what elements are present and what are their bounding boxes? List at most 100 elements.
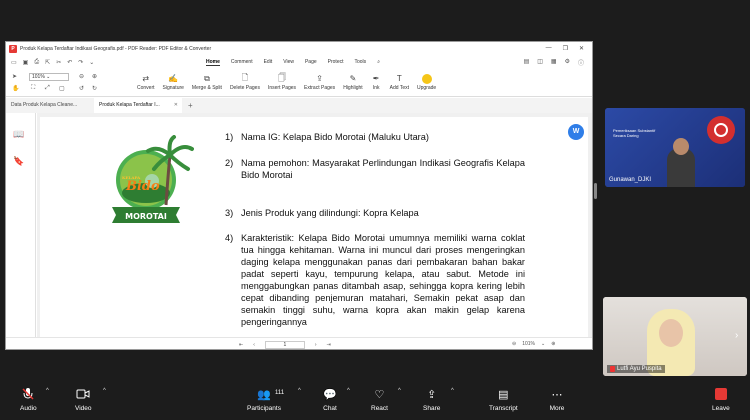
extract-pages-button[interactable]: ⇪ Extract Pages <box>304 70 335 91</box>
upgrade-button[interactable]: Upgrade <box>417 70 436 91</box>
search-icon[interactable]: ⌕ <box>377 59 380 66</box>
next-gallery-icon[interactable]: › <box>735 330 738 341</box>
pdf-app-icon: P <box>9 44 17 53</box>
menu-protect[interactable]: Protect <box>328 59 344 66</box>
info-icon[interactable]: ⓘ <box>578 58 584 67</box>
bookmark-icon[interactable]: 🔖 <box>13 156 24 167</box>
last-page-icon[interactable]: ⇥ <box>327 342 331 348</box>
avatar <box>673 138 689 155</box>
muted-mic-icon <box>610 366 615 372</box>
add-text-button[interactable]: T Add Text <box>390 70 409 91</box>
participant-name: Gunawan_DJKI <box>609 177 652 183</box>
status-zoom-value[interactable]: 101% <box>522 341 535 347</box>
add-text-icon: T <box>396 74 402 83</box>
page-number-input[interactable]: 1 <box>264 341 305 349</box>
tab-data-produk[interactable]: Data Produk Kelapa Cleane... <box>6 98 94 113</box>
maximize-icon[interactable]: ❐ <box>563 45 568 52</box>
close-icon[interactable]: ✕ <box>579 45 584 52</box>
rotate-right-icon[interactable]: ↻ <box>92 85 97 92</box>
participant-tile-gunawan[interactable]: Pemeriksaan Substantif Secara Daring Gun… <box>605 108 745 187</box>
chat-button[interactable]: 💬 Chat <box>322 386 338 413</box>
new-tab-icon[interactable]: + <box>188 101 193 110</box>
layout-icon[interactable]: ▤ <box>524 58 530 67</box>
undo-icon[interactable]: ↶ <box>67 59 72 66</box>
logo-brand-text: Bido <box>125 179 160 194</box>
dropdown-icon[interactable]: ⌄ <box>89 59 94 66</box>
ribbon-toolbar: ➤ ✋ 101% ⌄ ⊖ ⊕ ⛶ ⤢ ▢ ↺ ↻ ⇄ Convert ✍ Signa… <box>6 70 592 97</box>
react-options-icon[interactable]: ^ <box>398 388 401 394</box>
participants-icon: 👥 <box>257 388 271 401</box>
merge-split-button[interactable]: ⧉ Merge & Split <box>192 70 222 92</box>
leave-icon <box>713 386 729 402</box>
audio-options-icon[interactable]: ^ <box>46 388 49 394</box>
next-page-icon[interactable]: › <box>315 342 317 348</box>
zoom-out-icon[interactable]: ⊖ <box>79 73 84 80</box>
signature-icon: ✍ <box>168 74 179 83</box>
menu-edit[interactable]: Edit <box>264 59 273 66</box>
transcript-icon: ▤ <box>498 388 509 401</box>
share-options-icon[interactable]: ^ <box>451 388 454 394</box>
window-title: Produk Kelapa Terdaftar Indikasi Geograf… <box>20 45 212 52</box>
save-icon[interactable]: ▣ <box>23 59 29 66</box>
ink-button[interactable]: ✒ Ink <box>371 70 382 91</box>
convert-button[interactable]: ⇄ Convert <box>137 70 155 91</box>
redo-icon[interactable]: ↷ <box>78 59 83 66</box>
status-zoom-in-icon[interactable]: ⊕ <box>551 341 555 347</box>
assistant-badge[interactable]: W <box>568 124 584 140</box>
status-zoom-out-icon[interactable]: ⊖ <box>512 341 516 347</box>
menu-comment[interactable]: Comment <box>231 59 253 66</box>
rotate-left-icon[interactable]: ↺ <box>79 85 84 92</box>
prev-page-icon[interactable]: ‹ <box>253 342 255 348</box>
highlight-button[interactable]: ✎ Highlight <box>343 70 362 91</box>
transcript-button[interactable]: ▤ Transcript <box>489 386 518 413</box>
settings-icon[interactable]: ⚙ <box>565 58 570 67</box>
close-tab-icon[interactable]: ✕ <box>174 98 178 113</box>
audio-button[interactable]: Audio <box>20 386 37 412</box>
fit-page-icon[interactable]: ⛶ <box>31 85 35 92</box>
first-page-icon[interactable]: ⇤ <box>239 342 243 348</box>
highlight-icon: ✎ <box>349 74 357 83</box>
muted-mic-icon <box>20 386 36 402</box>
insert-pages-button[interactable]: 🗍 Insert Pages <box>268 70 296 92</box>
participants-options-icon[interactable]: ^ <box>298 388 301 394</box>
scrollbar-handle[interactable] <box>594 183 597 199</box>
leave-button[interactable]: Leave <box>712 386 730 412</box>
chat-options-icon[interactable]: ^ <box>347 388 350 394</box>
menu-tools[interactable]: Tools <box>355 59 367 66</box>
fit-width-icon[interactable]: ⤢ <box>45 85 50 92</box>
upgrade-icon <box>421 73 432 84</box>
zoom-in-icon[interactable]: ⊕ <box>92 73 97 80</box>
zoom-select[interactable]: 101% ⌄ <box>29 73 69 81</box>
menu-view[interactable]: View <box>283 59 294 66</box>
signature-button[interactable]: ✍ Signature <box>163 70 184 91</box>
more-button[interactable]: ⋯ More <box>549 386 565 413</box>
tab-produk-kelapa[interactable]: Produk Kelapa Terdaftar I... ✕ <box>94 98 182 113</box>
participant-name-label: Lutfi Ayu Puspita <box>607 365 665 373</box>
extract-pages-icon: ⇪ <box>316 74 323 83</box>
document-tabs: Data Produk Kelapa Cleane... Produk Kela… <box>6 98 592 113</box>
minimize-icon[interactable]: — <box>546 45 552 52</box>
status-zoom-dropdown-icon[interactable]: ⌄ <box>541 341 545 347</box>
react-button[interactable]: ♡ React <box>371 386 388 413</box>
select-cursor-icon[interactable]: ➤ <box>12 73 17 80</box>
video-options-icon[interactable]: ^ <box>103 388 106 394</box>
share-button[interactable]: ⇪ Share <box>423 386 440 413</box>
delete-pages-button[interactable]: 🗋 Delete Pages <box>230 70 260 92</box>
heart-icon: ♡ <box>374 388 385 401</box>
video-button[interactable]: Video <box>75 386 92 412</box>
status-bar: ⇤ ‹ 1 › ⇥ ⊖ 101% ⌄ ⊕ <box>6 337 592 349</box>
hand-icon[interactable]: ✋ <box>12 85 19 92</box>
participant-count: 111 <box>275 390 285 396</box>
open-folder-icon[interactable]: ▭ <box>11 59 17 66</box>
grid-icon[interactable]: ▦ <box>551 58 557 67</box>
print-icon[interactable]: ⎙ <box>34 59 39 66</box>
panel-icon[interactable]: ◫ <box>537 58 543 67</box>
share-screen-icon: ⇪ <box>427 388 437 401</box>
menu-home[interactable]: Home <box>206 59 220 66</box>
book-icon[interactable]: 📖 <box>13 129 24 140</box>
single-page-icon[interactable]: ▢ <box>59 85 65 92</box>
share-icon[interactable]: ⇱ <box>45 59 50 66</box>
menu-page[interactable]: Page <box>305 59 317 66</box>
participant-tile-lutfi[interactable]: Lutfi Ayu Puspita <box>603 297 747 376</box>
cut-icon[interactable]: ✂ <box>56 59 61 66</box>
